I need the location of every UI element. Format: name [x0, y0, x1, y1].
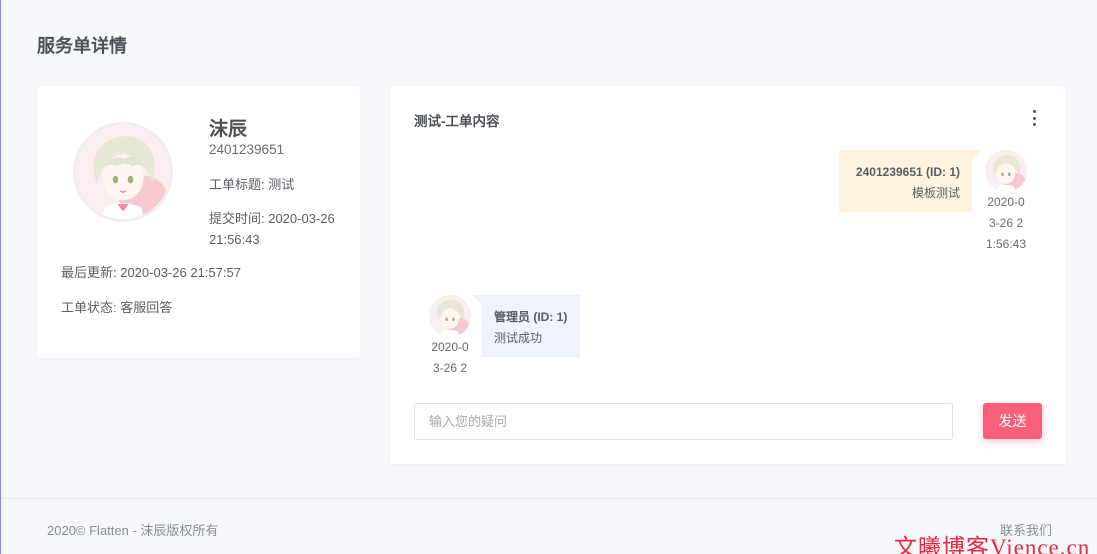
watermark: 文曦博客Vience.cn — [894, 535, 1091, 554]
send-button[interactable]: 发送 — [983, 403, 1042, 439]
ticket-title: 工单标题: 测试 — [209, 177, 295, 192]
message-text: 模板测试 — [911, 186, 960, 200]
message-list[interactable]: 2401239651 (ID: 1) 模板测试 2020-03-26 21:56… — [390, 144, 1066, 384]
message-time: 2020-03-26 21:57:57 — [430, 340, 470, 384]
ticket-content-card: 测试-工单内容 2401239651 (ID: 1) 模板测试 2020-03-… — [390, 86, 1066, 464]
ticket-status: 工单状态: 客服回答 — [61, 300, 173, 315]
user-id: 2401239651 — [209, 142, 285, 157]
message-time: 2020-03-26 21:56:43 — [985, 195, 1027, 251]
last-updated: 最后更新: 2020-03-26 21:57:57 — [61, 265, 241, 280]
message-author: 管理员 (ID: 1) — [494, 310, 568, 324]
more-vertical-icon[interactable] — [1030, 110, 1038, 126]
chat-title: 测试-工单内容 — [414, 114, 500, 129]
user-avatar-icon — [985, 150, 1027, 192]
question-input[interactable] — [414, 403, 953, 440]
footer-divider — [1, 498, 1097, 499]
message-author: 2401239651 (ID: 1) — [855, 165, 960, 179]
profile-card: 沫辰 2401239651 工单标题: 测试 提交时间: 2020-03-26 … — [37, 86, 360, 358]
user-name: 沫辰 — [209, 119, 248, 140]
message-text: 测试成功 — [494, 331, 543, 345]
message-bubble-user: 2401239651 (ID: 1) 模板测试 — [839, 150, 982, 212]
submit-time: 提交时间: 2020-03-26 21:56:43 — [209, 211, 335, 247]
footer-copyright: 2020© Flatten - 沫辰版权所有 — [47, 523, 219, 538]
admin-avatar-icon — [429, 295, 471, 337]
page-title: 服务单详情 — [37, 36, 127, 56]
anime-avatar-icon — [73, 122, 173, 222]
message-bubble-admin: 管理员 (ID: 1) 测试成功 — [472, 295, 580, 357]
